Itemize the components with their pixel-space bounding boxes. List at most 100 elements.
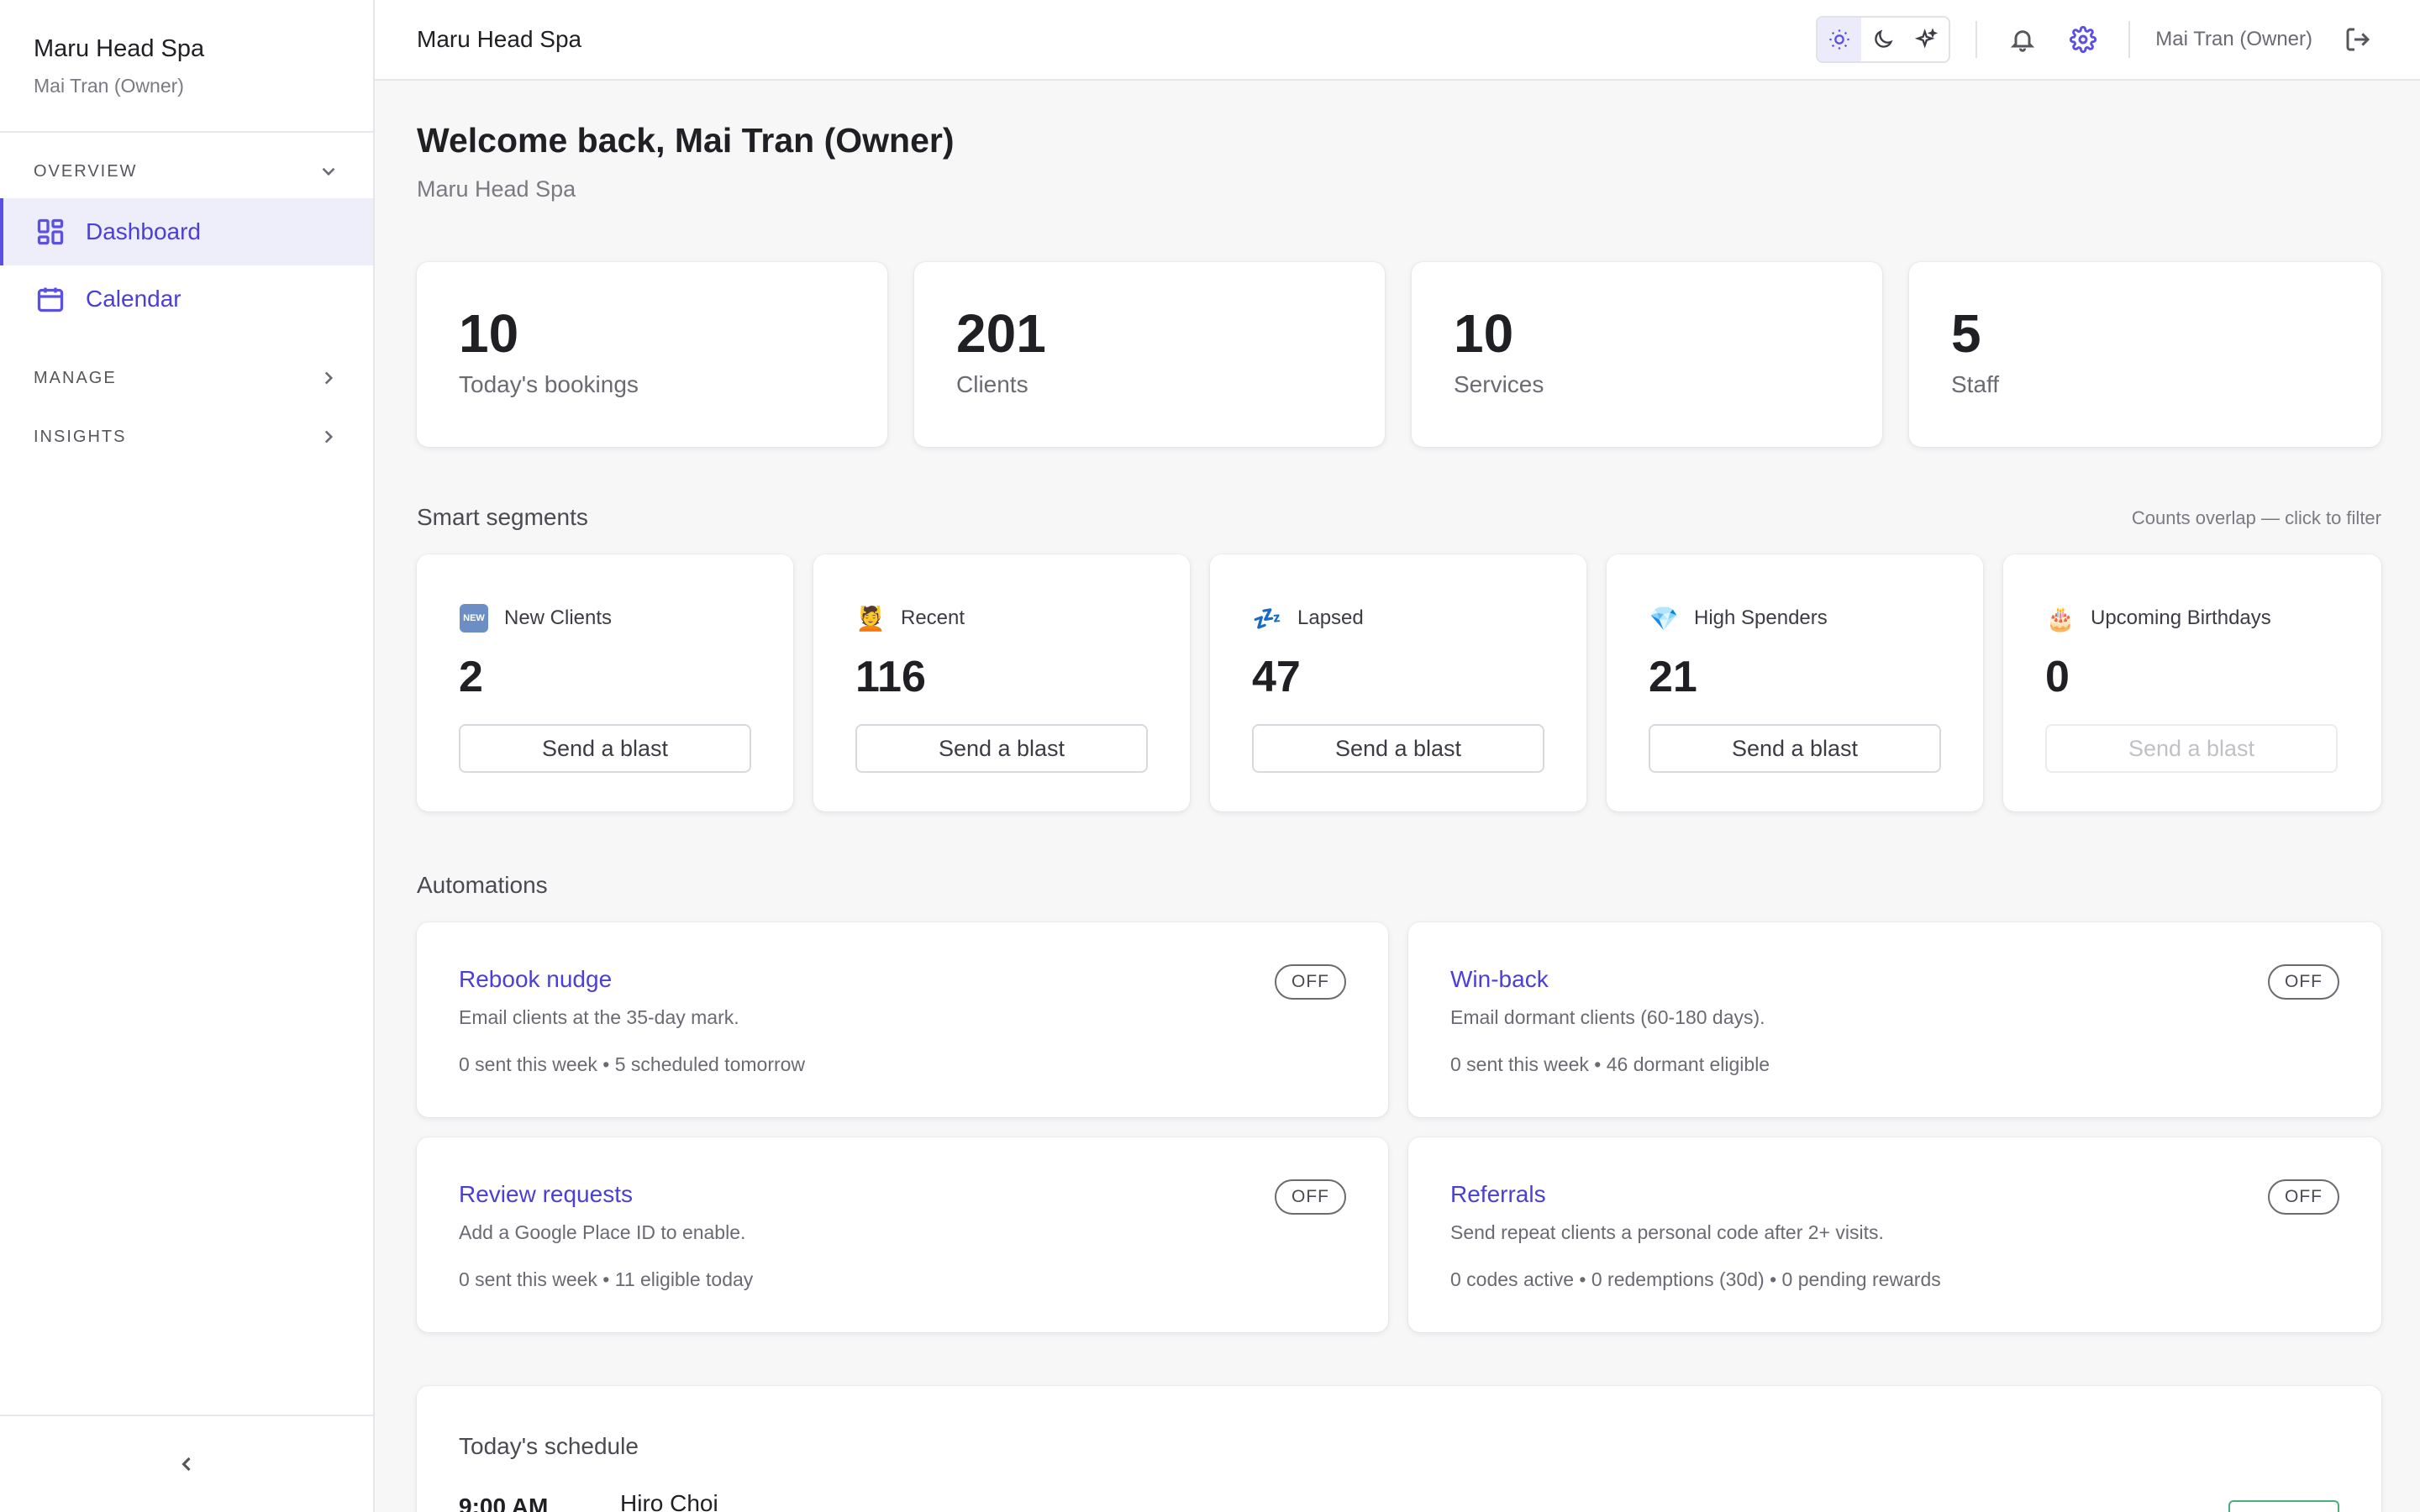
- segment-header: 💎 High Spenders: [1649, 603, 1828, 633]
- automation-title[interactable]: Win-back: [1450, 966, 1549, 993]
- automation-toggle[interactable]: OFF: [2268, 964, 2339, 1000]
- segment-header: 💆 Recent: [855, 603, 965, 633]
- stat-label: Today's bookings: [459, 371, 639, 397]
- automation-title[interactable]: Rebook nudge: [459, 966, 612, 993]
- automation-toggle[interactable]: OFF: [1275, 964, 1346, 1000]
- section-overview-label: OVERVIEW: [34, 161, 138, 181]
- automation-description: Email clients at the 35-day mark.: [459, 1006, 739, 1028]
- send-blast-button[interactable]: Send a blast: [855, 724, 1148, 773]
- stat-label: Clients: [956, 371, 1028, 397]
- page-subtitle: Maru Head Spa: [417, 176, 576, 202]
- app-root: Maru Head Spa Mai Tran (Owner) OVERVIEW …: [0, 0, 2420, 1512]
- segment-label: New Clients: [504, 606, 613, 629]
- theme-light-button[interactable]: [1818, 18, 1862, 61]
- divider: [2128, 21, 2131, 58]
- segment-header: NEW New Clients: [459, 603, 612, 633]
- sidebar-brand: Maru Head Spa Mai Tran (Owner): [0, 0, 373, 133]
- stat-value: 5: [1951, 303, 1981, 364]
- send-blast-button[interactable]: Send a blast: [1649, 724, 1941, 773]
- topbar-actions: Mai Tran (Owner): [1816, 0, 2378, 80]
- theme-dark-button[interactable]: [1861, 18, 1905, 61]
- automation-stats: 0 sent this week • 5 scheduled tomorrow: [459, 1053, 806, 1075]
- gear-icon: [2070, 26, 2097, 53]
- brand-subtitle: Mai Tran (Owner): [34, 75, 184, 97]
- logout-button[interactable]: [2338, 19, 2378, 60]
- notifications-button[interactable]: [2002, 19, 2043, 60]
- appointment-status-badge[interactable]: [2228, 1500, 2339, 1512]
- sidebar-item-label: Calendar: [86, 286, 182, 312]
- stat-card-bookings[interactable]: 10 Today's bookings: [417, 262, 887, 447]
- automation-stats: 0 sent this week • 11 eligible today: [459, 1268, 754, 1290]
- stat-value: 201: [956, 303, 1046, 364]
- automation-card-referrals: Referrals OFF Send repeat clients a pers…: [1408, 1137, 2381, 1332]
- appointment-client[interactable]: Hiro Choi: [620, 1490, 718, 1512]
- automation-stats: 0 codes active • 0 redemptions (30d) • 0…: [1450, 1268, 1941, 1290]
- automation-stats: 0 sent this week • 46 dormant eligible: [1450, 1053, 1770, 1075]
- bell-icon: [2011, 30, 2035, 52]
- stat-card-staff[interactable]: 5 Staff: [1909, 262, 2381, 447]
- automation-title[interactable]: Referrals: [1450, 1181, 1546, 1208]
- segment-count: 0: [2045, 653, 2070, 701]
- stat-label: Services: [1454, 371, 1544, 397]
- theme-sparkle-button[interactable]: [1905, 18, 1949, 61]
- section-manage-label: MANAGE: [34, 368, 117, 387]
- stat-label: Staff: [1951, 371, 2000, 397]
- section-insights-toggle[interactable]: INSIGHTS: [34, 420, 339, 454]
- sidebar-item-calendar[interactable]: Calendar: [0, 265, 373, 333]
- calendar-icon: [37, 287, 64, 312]
- automation-card-win-back: Win-back OFF Email dormant clients (60-1…: [1408, 922, 2381, 1117]
- automation-description: Add a Google Place ID to enable.: [459, 1221, 746, 1243]
- segment-card-new-clients[interactable]: NEW New Clients 2 Send a blast: [417, 554, 793, 811]
- automation-toggle[interactable]: OFF: [2268, 1179, 2339, 1215]
- page-title: Welcome back, Mai Tran (Owner): [417, 121, 955, 160]
- new-badge-icon: NEW: [459, 603, 489, 633]
- sparkles-icon: [1915, 28, 1939, 49]
- moon-icon: [1875, 29, 1893, 48]
- logout-icon: [2346, 28, 2370, 51]
- dashboard-grid-icon: [37, 218, 64, 245]
- schedule-title: Today's schedule: [459, 1433, 639, 1459]
- sidebar: Maru Head Spa Mai Tran (Owner) OVERVIEW …: [0, 0, 375, 1512]
- user-menu[interactable]: Mai Tran (Owner): [2155, 28, 2312, 51]
- segment-card-recent[interactable]: 💆 Recent 116 Send a blast: [813, 554, 1190, 811]
- segment-label: High Spenders: [1694, 606, 1828, 629]
- segment-label: Upcoming Birthdays: [2091, 606, 2271, 629]
- segments-note: Counts overlap — click to filter: [2131, 507, 2381, 528]
- segment-header: 🎂 Upcoming Birthdays: [2045, 603, 2271, 633]
- automation-toggle[interactable]: OFF: [1275, 1179, 1346, 1215]
- segment-count: 21: [1649, 653, 1697, 701]
- segment-count: 2: [459, 653, 483, 701]
- section-insights-label: INSIGHTS: [34, 427, 127, 446]
- chevron-right-icon: [324, 371, 334, 385]
- sidebar-item-dashboard[interactable]: Dashboard: [0, 198, 373, 265]
- section-overview-toggle[interactable]: OVERVIEW: [34, 155, 339, 188]
- segment-card-high-spenders[interactable]: 💎 High Spenders 21 Send a blast: [1607, 554, 1983, 811]
- gem-icon: 💎: [1649, 605, 1679, 632]
- segment-count: 116: [855, 653, 926, 701]
- send-blast-button[interactable]: Send a blast: [459, 724, 751, 773]
- settings-button[interactable]: [2063, 19, 2103, 60]
- segment-card-lapsed[interactable]: 💤 Lapsed 47 Send a blast: [1210, 554, 1586, 811]
- topbar: Maru Head Spa Mai Tran (Owner): [375, 0, 2420, 81]
- stat-value: 10: [1454, 303, 1514, 364]
- sun-icon: [1829, 29, 1849, 50]
- automation-title[interactable]: Review requests: [459, 1181, 633, 1208]
- automation-card-rebook-nudge: Rebook nudge OFF Email clients at the 35…: [417, 922, 1388, 1117]
- send-blast-button[interactable]: Send a blast: [1252, 724, 1544, 773]
- segments-title: Smart segments: [417, 504, 588, 530]
- automations-title: Automations: [417, 872, 548, 898]
- sidebar-collapse-button[interactable]: [0, 1415, 373, 1512]
- stat-card-services[interactable]: 10 Services: [1412, 262, 1882, 447]
- automation-description: Email dormant clients (60-180 days).: [1450, 1006, 1765, 1028]
- birthday-cake-icon: 🎂: [2045, 605, 2075, 632]
- automation-card-review-requests: Review requests OFF Add a Google Place I…: [417, 1137, 1388, 1332]
- segment-header: 💤 Lapsed: [1252, 603, 1364, 633]
- topbar-title: Maru Head Spa: [417, 26, 582, 52]
- segment-card-upcoming-birthdays[interactable]: 🎂 Upcoming Birthdays 0 Send a blast: [2003, 554, 2381, 811]
- stat-card-clients[interactable]: 201 Clients: [914, 262, 1385, 447]
- chevron-down-icon: [322, 167, 335, 176]
- theme-switcher: [1816, 16, 1951, 63]
- section-manage-toggle[interactable]: MANAGE: [34, 361, 339, 395]
- segment-label: Recent: [901, 606, 965, 629]
- automation-description: Send repeat clients a personal code afte…: [1450, 1221, 1884, 1243]
